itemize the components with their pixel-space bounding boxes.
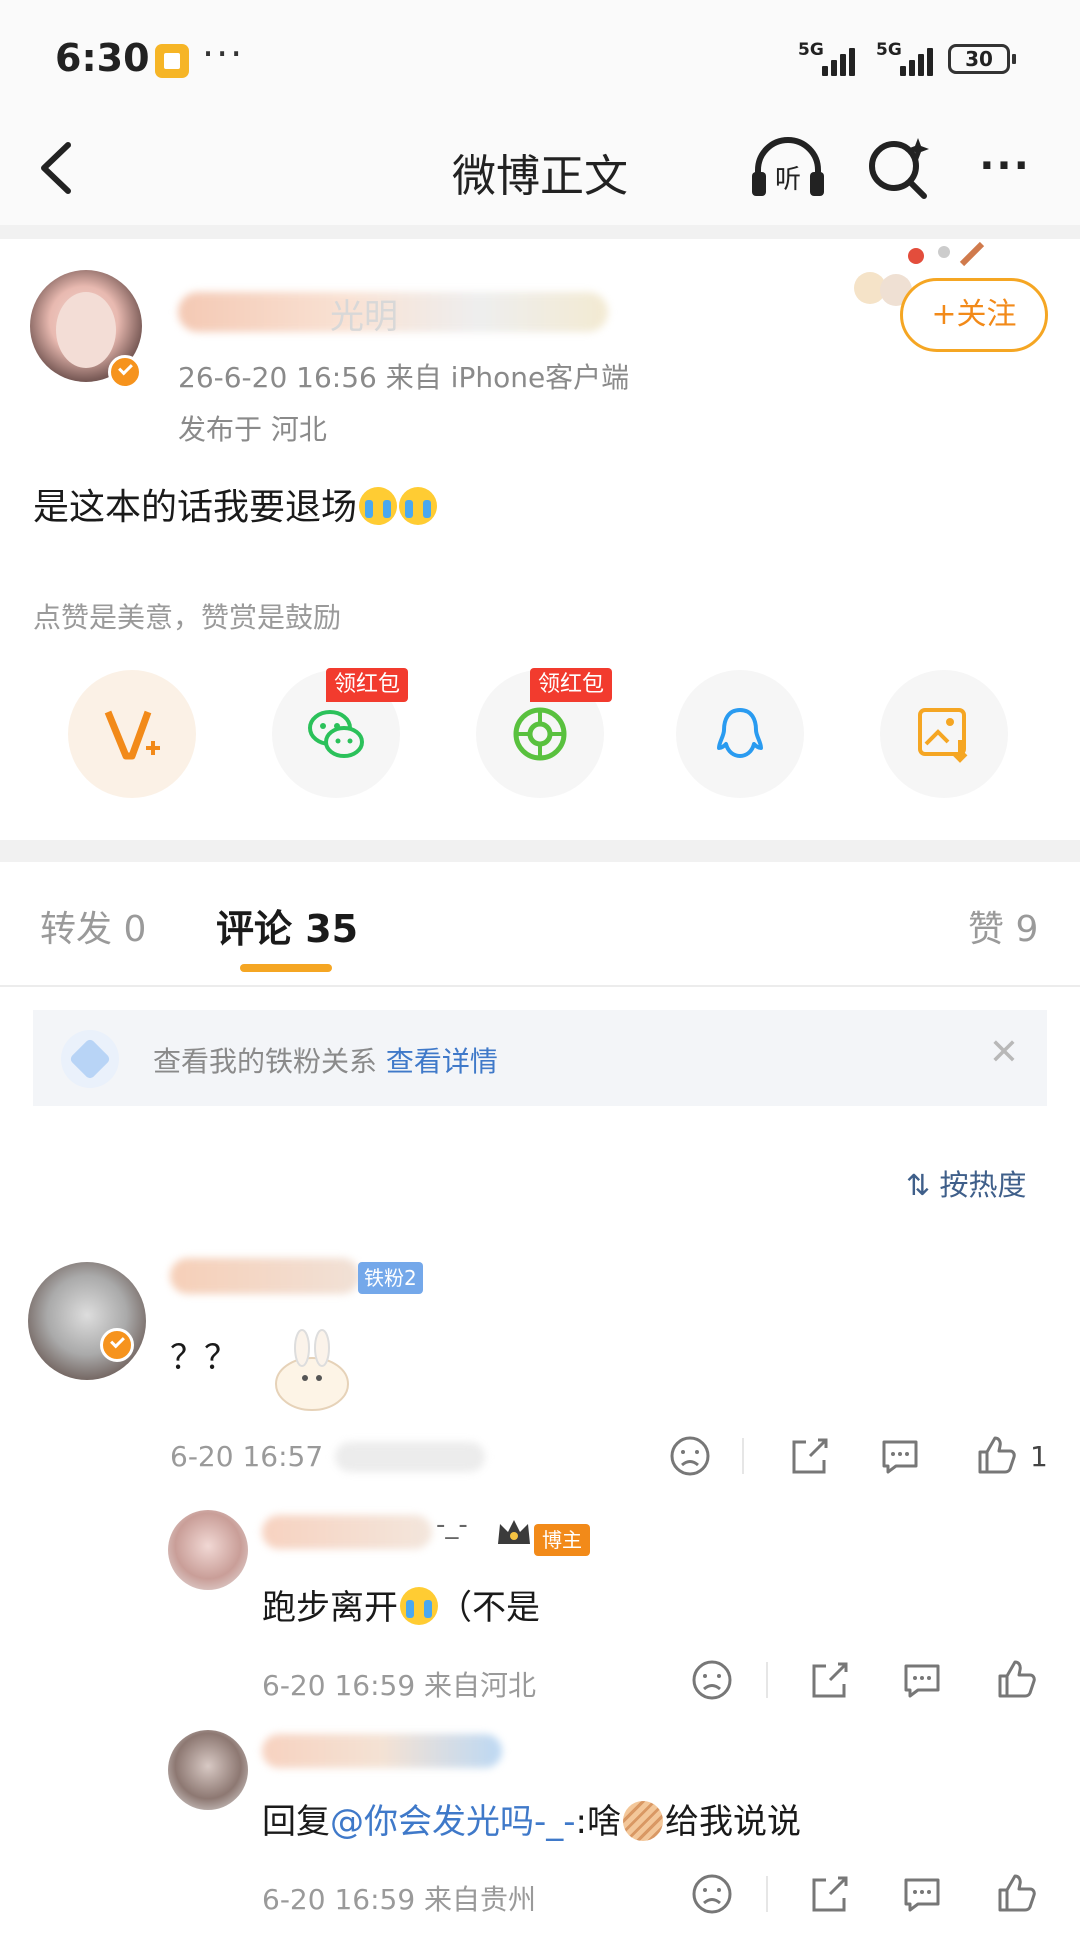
- replier-name-tail: -_-: [436, 1510, 468, 1540]
- view-details-link[interactable]: 查看详情: [386, 1045, 498, 1078]
- signal-icon-2: 5G: [876, 40, 940, 76]
- reply-text: 跑步离开 （不是: [262, 1587, 540, 1628]
- dislike-emoji-icon[interactable]: [690, 1658, 734, 1702]
- search-sparkle-icon: [869, 138, 929, 199]
- reward-button[interactable]: [68, 670, 196, 798]
- sort-by-hot-button[interactable]: ⇅ 按热度: [906, 1162, 1027, 1204]
- reply-time: 6-20 16:59 来自贵州: [262, 1883, 537, 1916]
- comment-icon[interactable]: [900, 1658, 944, 1702]
- sort-label: 按热度: [939, 1168, 1027, 1202]
- tab-likes[interactable]: 赞 9: [968, 900, 1038, 952]
- more-options-button[interactable]: ···: [970, 138, 1040, 198]
- verified-badge-icon: [100, 1328, 134, 1362]
- tab-forward[interactable]: 转发 0: [40, 900, 146, 952]
- crying-emoji-icon: [359, 487, 398, 525]
- replier-avatar[interactable]: [168, 1730, 248, 1810]
- author-name[interactable]: 光明: [330, 289, 398, 338]
- replier-avatar[interactable]: [168, 1510, 248, 1590]
- sort-icon: ⇅: [906, 1168, 931, 1202]
- mention-link[interactable]: @你会发光吗-_-: [330, 1802, 576, 1842]
- vplus-icon: [104, 710, 160, 760]
- replier-name-blurred[interactable]: [262, 1734, 502, 1768]
- wechat-icon: [308, 710, 364, 758]
- fan-level-badge: 铁粉2: [358, 1262, 423, 1294]
- crying-emoji-icon: [399, 487, 438, 525]
- divider: [0, 985, 1080, 987]
- tab-active-indicator: [240, 964, 332, 972]
- commenter-name-blurred[interactable]: [170, 1258, 360, 1294]
- comment-icon[interactable]: [878, 1434, 922, 1478]
- qq-icon: [717, 708, 763, 758]
- post-location: 发布于 河北: [178, 413, 327, 446]
- share-icon[interactable]: [808, 1658, 852, 1702]
- headphones-icon: 听: [752, 137, 824, 196]
- status-more-dots: ···: [202, 32, 245, 76]
- bunny-sticker-icon: [275, 1329, 349, 1411]
- like-count: 1: [1030, 1440, 1048, 1473]
- emoji-icon: [623, 1801, 664, 1841]
- crying-emoji-icon: [400, 1587, 438, 1625]
- diamond-icon: [61, 1030, 119, 1088]
- share-icon[interactable]: [808, 1872, 852, 1916]
- battery-icon: 30: [948, 44, 1016, 74]
- status-time: 6:30: [55, 36, 150, 80]
- divider: [0, 840, 1080, 862]
- share-qq-button[interactable]: [676, 670, 804, 798]
- share-icon[interactable]: [788, 1434, 832, 1478]
- replier-name-blurred[interactable]: [262, 1515, 432, 1549]
- listen-button[interactable]: 听: [748, 130, 828, 206]
- dislike-emoji-icon[interactable]: [668, 1434, 712, 1478]
- like-icon[interactable]: [974, 1434, 1018, 1478]
- dislike-emoji-icon[interactable]: [690, 1872, 734, 1916]
- svg-text:听: 听: [775, 165, 801, 195]
- follow-button[interactable]: +关注: [900, 278, 1048, 352]
- crown-icon: [498, 1520, 530, 1544]
- status-bar: 6:30 ··· 5G 5G 30: [0, 0, 1080, 110]
- commenter-avatar[interactable]: [28, 1262, 146, 1380]
- comment-source-blurred: [335, 1442, 485, 1472]
- notes-app-icon: [155, 44, 189, 78]
- fan-banner-text: 查看我的铁粉关系 查看详情: [153, 1045, 498, 1078]
- reply-text: 回复@你会发光吗-_-:啥 给我说说: [262, 1801, 802, 1842]
- search-button[interactable]: [864, 132, 934, 204]
- signal-icon: 5G: [798, 40, 862, 76]
- divider: [0, 225, 1080, 239]
- post-text: 是这本的话我要退场: [33, 478, 438, 530]
- author-badge: 博主: [534, 1524, 590, 1556]
- redpack-badge[interactable]: 领红包: [326, 668, 409, 702]
- save-image-button[interactable]: [880, 670, 1008, 798]
- reward-hint: 点赞是美意，赞赏是鼓励: [33, 601, 342, 634]
- like-icon[interactable]: [994, 1658, 1038, 1702]
- verified-badge-icon: [108, 355, 142, 389]
- fan-relation-banner[interactable]: 查看我的铁粉关系 查看详情 ✕: [33, 1010, 1047, 1106]
- post-meta: 26-6-20 16:56 来自 iPhone客户端: [178, 361, 630, 394]
- comment-time: 6-20 16:57: [170, 1440, 324, 1473]
- moments-icon: [513, 707, 567, 761]
- post-text-content: 是这本的话我要退场: [33, 487, 358, 528]
- comment-text: ？？: [170, 1338, 238, 1378]
- nav-bar: 微博正文 听 ···: [0, 110, 1080, 225]
- image-download-icon: [918, 708, 968, 763]
- redpack-badge[interactable]: 领红包: [530, 668, 613, 702]
- reply-time: 6-20 16:59 来自河北: [262, 1669, 537, 1702]
- comment-icon[interactable]: [900, 1872, 944, 1916]
- close-icon[interactable]: ✕: [989, 1032, 1019, 1073]
- tab-comments[interactable]: 评论 35: [216, 898, 358, 953]
- like-icon[interactable]: [994, 1872, 1038, 1916]
